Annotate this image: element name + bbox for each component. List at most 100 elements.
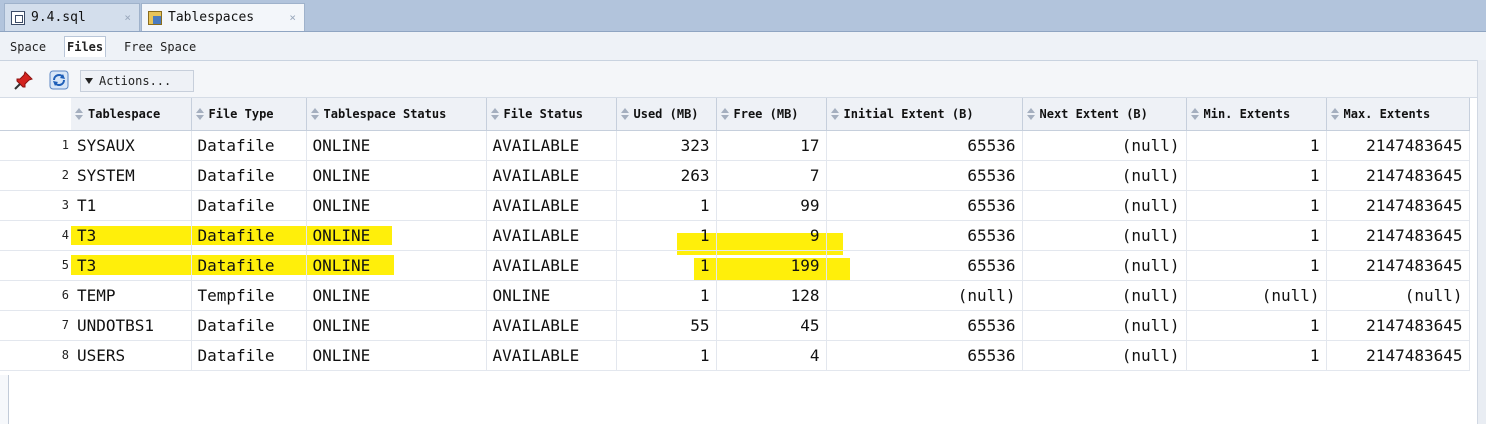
table-cell[interactable]: 2147483645 bbox=[1326, 340, 1470, 371]
table-cell[interactable]: 65536 bbox=[826, 220, 1023, 251]
table-row[interactable]: 6 TEMP Tempfile ONLINE ONLINE 1 128 (null) (null… bbox=[0, 280, 1470, 311]
table-cell[interactable]: Datafile bbox=[191, 130, 307, 161]
table-cell[interactable]: Datafile bbox=[191, 220, 307, 251]
table-cell[interactable]: 1 bbox=[1186, 250, 1327, 281]
table-cell[interactable]: 199 bbox=[716, 250, 827, 281]
table-cell[interactable]: T1 bbox=[71, 190, 192, 221]
column-header-min-extents[interactable]: Min. Extents bbox=[1186, 98, 1327, 131]
table-cell[interactable]: (null) bbox=[1022, 130, 1187, 161]
pin-icon[interactable] bbox=[14, 70, 34, 90]
column-header-file-type[interactable]: File Type bbox=[191, 98, 307, 131]
table-cell[interactable]: (null) bbox=[1022, 310, 1187, 341]
table-cell[interactable]: Datafile bbox=[191, 340, 307, 371]
table-cell[interactable]: 1 bbox=[616, 220, 717, 251]
table-cell[interactable]: Datafile bbox=[191, 250, 307, 281]
table-row[interactable]: 2 SYSTEM Datafile ONLINE AVAILABLE 263 7 65536(… bbox=[0, 160, 1470, 191]
table-cell[interactable]: 1 bbox=[1186, 340, 1327, 371]
table-cell[interactable]: 323 bbox=[616, 130, 717, 161]
table-cell[interactable]: 55 bbox=[616, 310, 717, 341]
column-header-initial-extent[interactable]: Initial Extent (B) bbox=[826, 98, 1023, 131]
vertical-scrollbar[interactable] bbox=[1477, 60, 1486, 424]
table-cell[interactable]: TEMP bbox=[71, 280, 192, 311]
table-cell[interactable]: 17 bbox=[716, 130, 827, 161]
table-cell[interactable]: 45 bbox=[716, 310, 827, 341]
table-cell[interactable]: 1 bbox=[616, 250, 717, 281]
table-cell[interactable]: ONLINE bbox=[306, 310, 487, 341]
table-row[interactable]: 8 USERS Datafile ONLINE AVAILABLE 1 4 65536 (nul… bbox=[0, 340, 1470, 371]
column-header-tablespace-status[interactable]: Tablespace Status bbox=[306, 98, 487, 131]
table-cell[interactable]: (null) bbox=[1022, 160, 1187, 191]
close-icon[interactable]: × bbox=[289, 11, 296, 24]
table-cell[interactable]: 1 bbox=[1186, 160, 1327, 191]
table-cell[interactable]: ONLINE bbox=[486, 280, 617, 311]
tab-sql-file[interactable]: 9.4.sql × bbox=[4, 3, 140, 31]
table-cell[interactable]: T3 bbox=[71, 250, 192, 281]
table-cell[interactable]: Tempfile bbox=[191, 280, 307, 311]
table-cell[interactable]: 65536 bbox=[826, 160, 1023, 191]
table-cell[interactable]: T3 bbox=[71, 220, 192, 251]
table-cell[interactable]: AVAILABLE bbox=[486, 340, 617, 371]
table-cell[interactable]: (null) bbox=[1022, 220, 1187, 251]
table-cell[interactable]: 1 bbox=[616, 280, 717, 311]
table-row[interactable]: 7 UNDOTBS1 Datafile ONLINE AVAILABLE 55 45 6553… bbox=[0, 310, 1470, 341]
subtab-free-space[interactable]: Free Space bbox=[122, 37, 198, 57]
table-cell[interactable]: 2147483645 bbox=[1326, 130, 1470, 161]
actions-dropdown[interactable]: Actions... bbox=[80, 70, 194, 92]
table-cell[interactable]: (null) bbox=[1022, 340, 1187, 371]
column-header-free[interactable]: Free (MB) bbox=[716, 98, 827, 131]
table-cell[interactable]: AVAILABLE bbox=[486, 250, 617, 281]
table-cell[interactable]: 2147483645 bbox=[1326, 160, 1470, 191]
table-cell[interactable]: 1 bbox=[1186, 130, 1327, 161]
table-cell[interactable]: 65536 bbox=[826, 130, 1023, 161]
table-cell[interactable]: AVAILABLE bbox=[486, 220, 617, 251]
column-header-file-status[interactable]: File Status bbox=[486, 98, 617, 131]
table-cell[interactable]: ONLINE bbox=[306, 190, 487, 221]
table-cell[interactable]: 65536 bbox=[826, 310, 1023, 341]
table-cell[interactable]: 65536 bbox=[826, 340, 1023, 371]
table-cell[interactable]: 1 bbox=[616, 190, 717, 221]
table-cell[interactable]: (null) bbox=[1022, 250, 1187, 281]
table-cell[interactable]: (null) bbox=[1186, 280, 1327, 311]
table-cell[interactable]: 1 bbox=[616, 340, 717, 371]
table-cell[interactable]: 128 bbox=[716, 280, 827, 311]
table-cell[interactable]: 2147483645 bbox=[1326, 310, 1470, 341]
refresh-icon[interactable] bbox=[48, 69, 70, 91]
close-icon[interactable]: × bbox=[124, 11, 131, 24]
table-cell[interactable]: 4 bbox=[716, 340, 827, 371]
table-cell[interactable]: AVAILABLE bbox=[486, 190, 617, 221]
table-cell[interactable]: UNDOTBS1 bbox=[71, 310, 192, 341]
table-cell[interactable]: (null) bbox=[1326, 280, 1470, 311]
table-cell[interactable]: 7 bbox=[716, 160, 827, 191]
table-cell[interactable]: Datafile bbox=[191, 160, 307, 191]
table-cell[interactable]: 2147483645 bbox=[1326, 250, 1470, 281]
table-row[interactable]: 1 SYSAUX Datafile ONLINE AVAILABLE 323 17 65536… bbox=[0, 130, 1470, 161]
table-cell[interactable]: SYSAUX bbox=[71, 130, 192, 161]
table-cell[interactable]: 263 bbox=[616, 160, 717, 191]
table-row[interactable]: 3 T1 Datafile ONLINE AVAILABLE 1 99 65536 (null)… bbox=[0, 190, 1470, 221]
table-cell[interactable]: ONLINE bbox=[306, 130, 487, 161]
table-cell[interactable]: (null) bbox=[1022, 280, 1187, 311]
table-cell[interactable]: (null) bbox=[826, 280, 1023, 311]
table-cell[interactable]: 99 bbox=[716, 190, 827, 221]
table-cell[interactable]: SYSTEM bbox=[71, 160, 192, 191]
column-header-max-extents[interactable]: Max. Extents bbox=[1326, 98, 1470, 131]
subtab-files[interactable]: Files bbox=[64, 36, 107, 57]
table-cell[interactable]: 65536 bbox=[826, 190, 1023, 221]
table-cell[interactable]: 2147483645 bbox=[1326, 190, 1470, 221]
table-cell[interactable]: ONLINE bbox=[306, 220, 487, 251]
table-cell[interactable]: ONLINE bbox=[306, 250, 487, 281]
table-cell[interactable]: 1 bbox=[1186, 220, 1327, 251]
tab-tablespaces[interactable]: Tablespaces × bbox=[141, 3, 305, 31]
table-cell[interactable]: AVAILABLE bbox=[486, 130, 617, 161]
table-cell[interactable]: 9 bbox=[716, 220, 827, 251]
table-cell[interactable]: 2147483645 bbox=[1326, 220, 1470, 251]
table-cell[interactable]: ONLINE bbox=[306, 280, 487, 311]
table-cell[interactable]: 1 bbox=[1186, 310, 1327, 341]
table-cell[interactable]: Datafile bbox=[191, 190, 307, 221]
table-cell[interactable]: (null) bbox=[1022, 190, 1187, 221]
table-cell[interactable]: ONLINE bbox=[306, 160, 487, 191]
table-cell[interactable]: AVAILABLE bbox=[486, 310, 617, 341]
table-cell[interactable]: Datafile bbox=[191, 310, 307, 341]
table-cell[interactable]: USERS bbox=[71, 340, 192, 371]
subtab-space[interactable]: Space bbox=[8, 37, 48, 57]
